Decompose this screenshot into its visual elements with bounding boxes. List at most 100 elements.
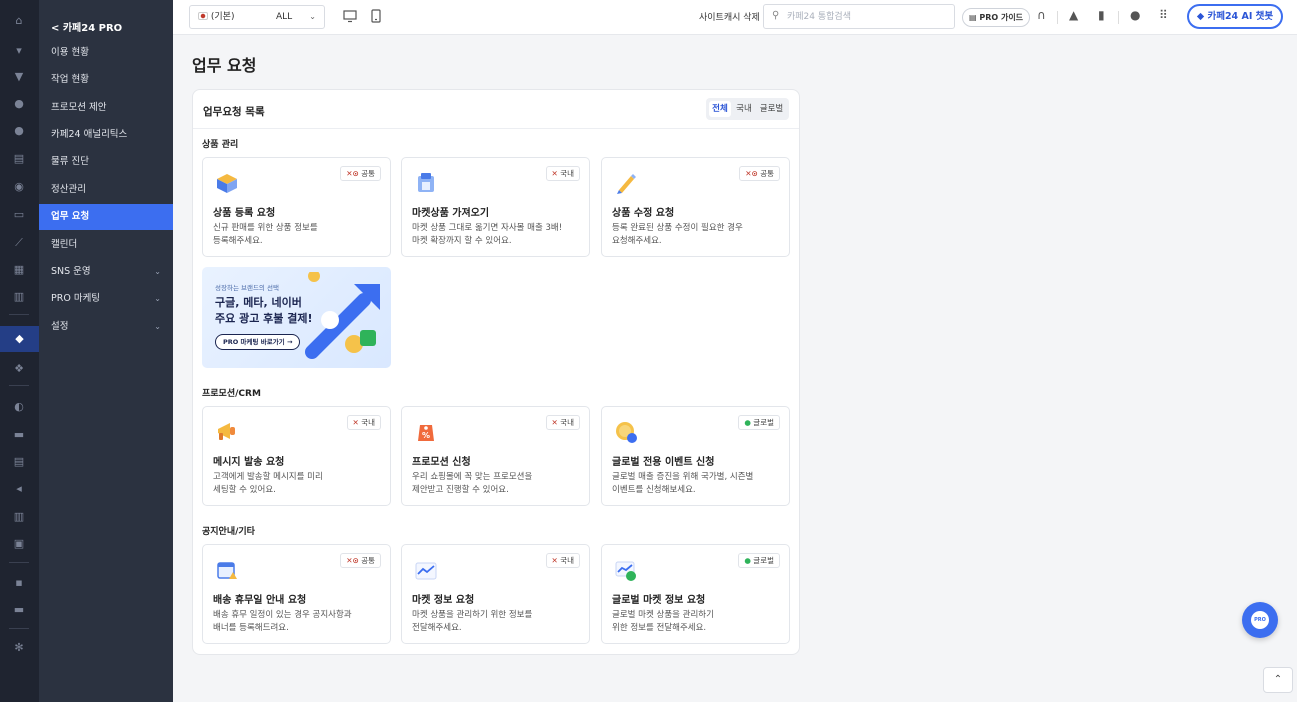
tag-mark-icon: ✕⊙ xyxy=(346,556,359,565)
store-icon[interactable]: ▤ xyxy=(12,455,26,469)
bookmark-icon[interactable]: ▮ xyxy=(1098,8,1105,22)
card-product-edit[interactable]: ✕⊙ 공통 상품 수정 요청 등록 완료된 상품 수정이 필요한 경우 요청해주세… xyxy=(601,157,790,257)
card-title: 메시지 발송 요청 xyxy=(213,457,285,468)
sidebar-item-label: 이용 현황 xyxy=(51,47,89,58)
card-title: 배송 휴무일 안내 요청 xyxy=(213,595,307,606)
panel-divider xyxy=(193,128,799,129)
settings-gear-icon[interactable]: ✻ xyxy=(12,641,26,655)
sidebar: < 카페24 PRO 이용 현황 작업 현황 프로모션 제안 카페24 애널리틱… xyxy=(39,0,173,702)
tag-mark-icon: ✕⊙ xyxy=(346,169,359,178)
sidebar-item-settlement[interactable]: 정산관리 xyxy=(39,177,173,203)
pro-badge-icon[interactable]: ◆ xyxy=(0,326,39,352)
market-import-icon xyxy=(418,173,434,192)
ai-chatbot-button[interactable]: ◆ 카페24 AI 챗봇 xyxy=(1187,4,1283,29)
sidebar-item-logistics[interactable]: 물류 진단 xyxy=(39,149,173,175)
apps-icon[interactable]: ▪ xyxy=(12,576,26,590)
app-icon[interactable]: ❖ xyxy=(12,362,26,376)
bell-icon[interactable]: ▲ xyxy=(1069,8,1078,22)
sidebar-item-pro-marketing[interactable]: PRO 마케팅 ⌄ xyxy=(39,286,173,312)
document-icon[interactable]: ▤ xyxy=(12,152,26,166)
sidebar-item-sns[interactable]: SNS 운영 ⌄ xyxy=(39,259,173,285)
card-promotion-apply[interactable]: ✕ 국내 % 프로모션 신청 우리 쇼핑몰에 꼭 맞는 프로모션을 제안받고 진행… xyxy=(401,406,590,506)
stats-icon[interactable]: ⟋ xyxy=(12,236,26,250)
folder-icon[interactable]: ▬ xyxy=(12,603,26,617)
card-description: 마켓 상품을 관리하기 위한 정보를 전달해주세요. xyxy=(412,609,584,635)
tag-mark-icon: ● xyxy=(744,418,751,427)
card-global-event[interactable]: ● 글로벌 글로벌 전용 이벤트 신청 글로벌 매출 증진을 위해 국가별, 시… xyxy=(601,406,790,506)
card-global-market-info[interactable]: ● 글로벌 글로벌 마켓 정보 요청 글로벌 마켓 상품을 관리하기 위한 정보를… xyxy=(601,544,790,644)
tag-label: 국내 xyxy=(560,169,574,178)
tag-label: 공통 xyxy=(361,169,375,178)
chevron-up-icon: ⌃ xyxy=(1273,674,1283,685)
card-desc-line: 글로벌 매출 증진을 위해 국가별, 시즌별 xyxy=(612,472,754,482)
search-input[interactable] xyxy=(787,8,947,26)
sidebar-item-usage[interactable]: 이용 현황 xyxy=(39,40,173,66)
filter-global-tab[interactable]: 글로벌 xyxy=(757,101,786,117)
tag-mark-icon: ✕ xyxy=(551,556,558,565)
headset-icon[interactable]: ∩ xyxy=(1037,8,1046,22)
grid-icon[interactable]: ▦ xyxy=(12,263,26,277)
tag-global: ● 글로벌 xyxy=(738,415,780,430)
search-box: ⚲ xyxy=(763,4,955,29)
chat-icon[interactable]: ● xyxy=(12,124,26,138)
card-holiday-notice[interactable]: ✕⊙ 공통 배송 휴무일 안내 요청 배송 휴무 일정이 있는 경우 공지사항과… xyxy=(202,544,391,644)
pro-guide-button[interactable]: ▤ PRO 가이드 xyxy=(962,8,1031,27)
search-icon: ⚲ xyxy=(772,10,780,21)
card-market-import[interactable]: ✕ 국내 마켓상품 가져오기 마켓 상품 그대로 옮기면 자사몰 매출 3배! 마… xyxy=(401,157,590,257)
tag-label: 글로벌 xyxy=(753,418,774,427)
sidebar-item-label: 업무 요청 xyxy=(51,211,90,222)
card-desc-line: 전달해주세요. xyxy=(412,623,462,633)
sidebar-item-analytics[interactable]: 카페24 애널리틱스 xyxy=(39,122,173,148)
user-icon[interactable]: ● xyxy=(12,97,26,111)
cart-icon[interactable]: ▾ xyxy=(12,44,26,58)
account-icon[interactable]: ● xyxy=(1130,8,1140,22)
sidebar-item-calendar[interactable]: 캘린더 xyxy=(39,232,173,258)
video-icon[interactable]: ▬ xyxy=(12,428,26,442)
home-icon[interactable]: ⌂ xyxy=(12,14,26,28)
sidebar-item-label: PRO 마케팅 xyxy=(51,293,101,304)
shirt-icon[interactable]: ▼ xyxy=(12,70,26,84)
board-icon[interactable]: ▥ xyxy=(12,290,26,304)
building-icon[interactable]: ▥ xyxy=(12,510,26,524)
mail-icon[interactable]: ▭ xyxy=(12,208,26,222)
card-product-register[interactable]: ✕⊙ 공통 상품 등록 요청 신규 판매를 위한 상품 정보를 등록해주세요. xyxy=(202,157,391,257)
card-description: 마켓 상품 그대로 옮기면 자사몰 매출 3배! 마켓 확장까지 할 수 있어요. xyxy=(412,222,584,248)
pro-marketing-banner[interactable]: 성장하는 브랜드의 선택 구글, 메타, 네이버 주요 광고 후불 결제! PR… xyxy=(202,267,391,368)
palette-icon[interactable]: ◉ xyxy=(12,180,26,194)
filter-all-tab[interactable]: 전체 xyxy=(709,101,731,117)
section-title-product: 상품 관리 xyxy=(202,140,239,150)
card-description: 고객에게 발송할 메시지를 미리 세팅할 수 있어요. xyxy=(213,471,385,497)
banner-cta-button[interactable]: PRO 마케팅 바로가기 → xyxy=(215,334,301,350)
card-market-info[interactable]: ✕ 국내 마켓 정보 요청 마켓 상품을 관리하기 위한 정보를 전달해주세요. xyxy=(401,544,590,644)
sidebar-item-label: 캘린더 xyxy=(51,239,78,250)
sidebar-item-label: SNS 운영 xyxy=(51,266,91,277)
card-description: 등록 완료된 상품 수정이 필요한 경우 요청해주세요. xyxy=(612,222,784,248)
filter-domestic-tab[interactable]: 국내 xyxy=(733,101,755,117)
tag-domestic: ✕ 국내 xyxy=(545,415,580,430)
marketing-icon[interactable]: ◐ xyxy=(12,400,26,414)
megaphone-icon[interactable]: ◂ xyxy=(12,482,26,496)
desktop-icon[interactable] xyxy=(343,9,357,23)
pro-chat-button[interactable]: PRO xyxy=(1242,602,1278,638)
apps-grid-icon[interactable]: ⠿ xyxy=(1159,8,1168,22)
tag-domestic: ✕ 국내 xyxy=(545,166,580,181)
language-store-select[interactable]: (기본) ALL ⌄ xyxy=(189,5,325,29)
icon-rail: ⌂ ▾ ▼ ● ● ▤ ◉ ▭ ⟋ ▦ ▥ ◆ ❖ ◐ ▬ ▤ ◂ ▥ ▣ ▪ … xyxy=(0,0,39,702)
sidebar-item-promotion[interactable]: 프로모션 제안 xyxy=(39,95,173,121)
card-description: 배송 휴무 일정이 있는 경우 공지사항과 배너를 등록해드려요. xyxy=(213,609,385,635)
tag-label: 공통 xyxy=(760,169,774,178)
mobile-icon[interactable] xyxy=(369,9,383,23)
box-icon xyxy=(217,174,237,193)
sidebar-item-work-request[interactable]: 업무 요청 xyxy=(39,204,173,230)
card-title: 상품 수정 요청 xyxy=(612,208,675,219)
card-title: 상품 등록 요청 xyxy=(213,208,276,219)
sidebar-back-header[interactable]: < 카페24 PRO xyxy=(51,19,122,34)
scroll-to-top-button[interactable]: ⌃ xyxy=(1263,667,1293,693)
card-message-send[interactable]: ✕ 국내 메시지 발송 요청 고객에게 발송할 메시지를 미리 세팅할 수 있어요… xyxy=(202,406,391,506)
card-desc-line: 위한 정보를 전달해주세요. xyxy=(612,623,707,633)
delivery-icon[interactable]: ▣ xyxy=(12,537,26,551)
sidebar-item-settings[interactable]: 설정 ⌄ xyxy=(39,314,173,340)
sidebar-item-work-status[interactable]: 작업 현황 xyxy=(39,67,173,93)
site-cache-clear-link[interactable]: 사이트캐시 삭제 xyxy=(699,10,760,23)
svg-text:%: % xyxy=(422,431,430,440)
